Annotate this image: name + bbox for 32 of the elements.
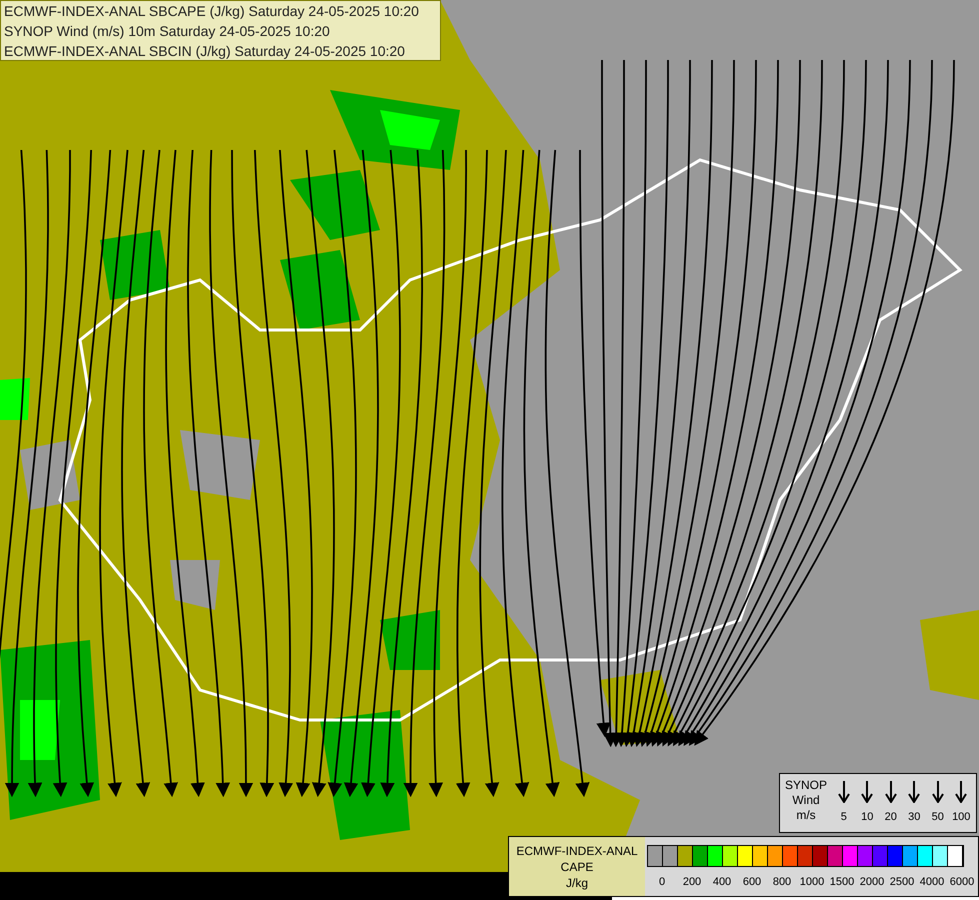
down-arrow-icon [932, 781, 944, 803]
down-arrow-icon [884, 781, 897, 803]
scale-tick-label: 1500 [830, 876, 854, 888]
scale-tick-label: 4000 [920, 876, 944, 888]
scale-tick-label: 600 [742, 876, 762, 888]
map-title-line: ECMWF-INDEX-ANAL SBCIN (J/kg) Saturday 24-05-2025 10:20 [4, 42, 406, 61]
scale-tick-label: 2500 [890, 876, 914, 888]
map-title-line: ECMWF-INDEX-ANAL SBCAPE (J/kg) Saturday 24-05-2025 10:20 [4, 2, 420, 21]
wind-legend-label: SYNOP [784, 778, 827, 793]
wind-speed-label: 10 [861, 811, 874, 823]
cape-legend-label: J/kg [566, 875, 588, 891]
scale-tick-label: 800 [772, 876, 792, 888]
scale-tick-label: 0 [658, 876, 666, 888]
wind-legend-label: Wind [792, 793, 820, 808]
wind-speed-label: 20 [884, 811, 897, 823]
map-title-line: SYNOP Wind (m/s) 10m Saturday 24-05-2025 10:20 [4, 22, 331, 41]
wind-legend-label: m/s [796, 808, 816, 823]
down-arrow-icon [861, 781, 874, 803]
wind-speed-label: 100 [952, 811, 970, 823]
down-arrow-icon [908, 781, 920, 803]
scale-tick-label: 200 [682, 876, 702, 888]
scale-tick-label: 2000 [860, 876, 884, 888]
scale-tick-label: 6000 [950, 876, 974, 888]
wind-speed-label: 5 [840, 811, 847, 823]
scale-tick-label: 1000 [800, 876, 824, 888]
cape-legend-label: ECMWF-INDEX-ANAL [516, 843, 638, 859]
wind-speed-label: 50 [932, 811, 944, 823]
wind-speed-label: 30 [908, 811, 920, 823]
down-arrow-icon [955, 781, 968, 803]
scale-tick-label: 400 [712, 876, 732, 888]
down-arrow-icon [838, 781, 850, 803]
cape-legend-label: CAPE [560, 859, 594, 875]
